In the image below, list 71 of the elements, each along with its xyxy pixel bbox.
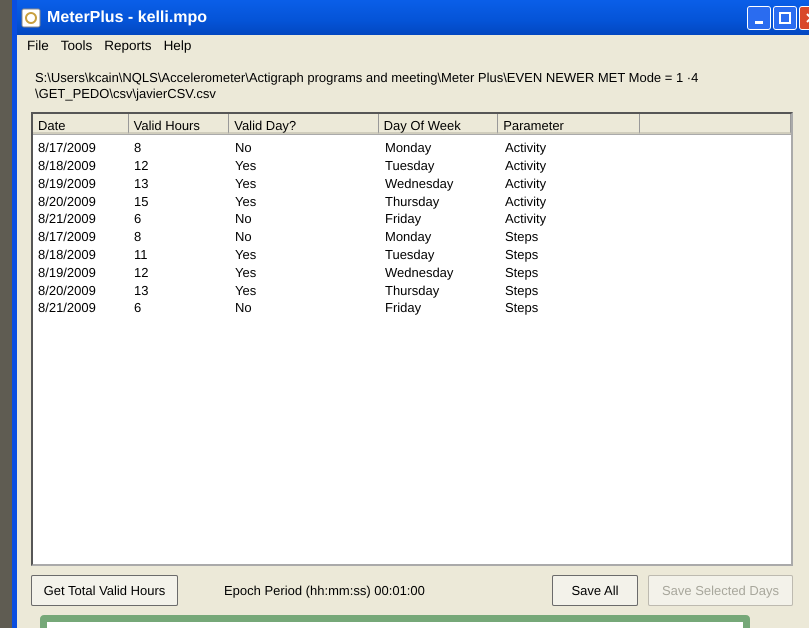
app-icon bbox=[21, 8, 41, 28]
table-cell-text: Steps bbox=[504, 229, 540, 244]
get-total-button[interactable]: Get Total Valid Hours bbox=[31, 575, 178, 606]
table-cell-text: 8 bbox=[133, 140, 142, 156]
menu-item[interactable]: File bbox=[21, 36, 55, 56]
minimize-button[interactable] bbox=[747, 6, 771, 30]
table-cell-text: Friday bbox=[384, 300, 422, 316]
table-cell-text: 8 bbox=[133, 229, 142, 244]
window-title: MeterPlus - kelli.mpo bbox=[47, 8, 208, 28]
table-cell-text: 8/18/2009 bbox=[37, 158, 97, 174]
table-cell-text: Monday bbox=[384, 229, 432, 244]
minimize-icon bbox=[755, 20, 763, 24]
table-cell-text: No bbox=[234, 229, 253, 244]
path-text: \GET_PEDO\csv\javierCSV.csv bbox=[35, 86, 217, 102]
table-cell-text: Friday bbox=[384, 211, 422, 226]
table-cell-text: Tuesday bbox=[384, 158, 436, 174]
table-cell-text: 15 bbox=[133, 194, 150, 209]
column-header[interactable]: Parameter bbox=[498, 114, 640, 134]
table-cell-text: 8/21/2009 bbox=[37, 211, 97, 226]
menu-item[interactable]: Tools bbox=[54, 36, 98, 56]
epoch-label: Epoch Period (hh:mm:ss) 00:01:00 bbox=[224, 582, 425, 600]
table-cell-text: Monday bbox=[384, 140, 432, 156]
table-cell-text: No bbox=[234, 211, 253, 226]
data-list[interactable] bbox=[31, 112, 793, 566]
table-cell-text: Yes bbox=[234, 158, 258, 174]
table-cell-text: Yes bbox=[234, 176, 258, 191]
table-cell-text: Steps bbox=[504, 264, 540, 280]
table-cell-text: Steps bbox=[504, 247, 540, 262]
table-cell-text: 13 bbox=[133, 176, 150, 191]
table-cell-text: 12 bbox=[133, 264, 150, 280]
table-cell-text: 6 bbox=[133, 211, 142, 226]
column-header[interactable]: Date bbox=[33, 114, 129, 134]
table-cell-text: Activity bbox=[504, 140, 548, 156]
table-cell-text: 8/20/2009 bbox=[37, 194, 97, 209]
table-cell-text: 8/17/2009 bbox=[37, 229, 97, 244]
table-cell-text: Steps bbox=[504, 300, 540, 316]
table-cell-text: Yes bbox=[234, 194, 258, 209]
table-cell-text: 13 bbox=[133, 282, 150, 298]
table-cell-text: 11 bbox=[133, 247, 148, 262]
table-cell-text: Tuesday bbox=[384, 247, 436, 262]
table-cell-text: Yes bbox=[234, 264, 258, 280]
table-cell-text: Yes bbox=[234, 247, 258, 262]
table-cell-text: 8/19/2009 bbox=[37, 176, 97, 191]
table-cell-text: 6 bbox=[133, 300, 142, 316]
table-cell-text: No bbox=[234, 140, 253, 156]
table-cell-text: Wednesday bbox=[384, 176, 454, 191]
menu-item[interactable]: Help bbox=[158, 36, 198, 56]
save-all-button[interactable]: Save All bbox=[552, 575, 638, 606]
table-cell-text: Thursday bbox=[384, 194, 440, 209]
table-cell-text: 8/18/2009 bbox=[37, 247, 97, 262]
table-cell-text: Steps bbox=[504, 282, 540, 298]
table-cell-text: 8/20/2009 bbox=[37, 282, 97, 298]
maximize-icon bbox=[779, 12, 791, 24]
table-cell-text: 8/17/2009 bbox=[37, 140, 97, 156]
menu-item[interactable]: Reports bbox=[98, 36, 158, 56]
maximize-button[interactable] bbox=[773, 6, 797, 30]
table-cell-text: Yes bbox=[234, 282, 258, 298]
table-cell-text: Wednesday bbox=[384, 264, 454, 280]
table-cell-text: Activity bbox=[504, 194, 548, 209]
path-text: S:\Users\kcain\NQLS\Accelerometer\Actigraph programs and meeting\Meter Plus\EVEN NEWER MET Mode = 1 ·4 bbox=[35, 70, 700, 86]
column-header[interactable]: Valid Hours bbox=[128, 114, 230, 134]
table-cell-text: Activity bbox=[504, 211, 548, 226]
table-cell-text: Activity bbox=[504, 176, 548, 191]
table-cell-text: 8/19/2009 bbox=[37, 264, 97, 280]
table-cell-text: Thursday bbox=[384, 282, 440, 298]
table-cell-text: Activity bbox=[504, 158, 548, 174]
table-cell-text: No bbox=[234, 300, 253, 316]
column-header[interactable]: Valid Day? bbox=[229, 114, 379, 134]
column-header[interactable]: Day Of Week bbox=[378, 114, 498, 134]
table-cell-text: 8/21/2009 bbox=[37, 300, 97, 316]
table-cell-text: 12 bbox=[133, 158, 150, 174]
